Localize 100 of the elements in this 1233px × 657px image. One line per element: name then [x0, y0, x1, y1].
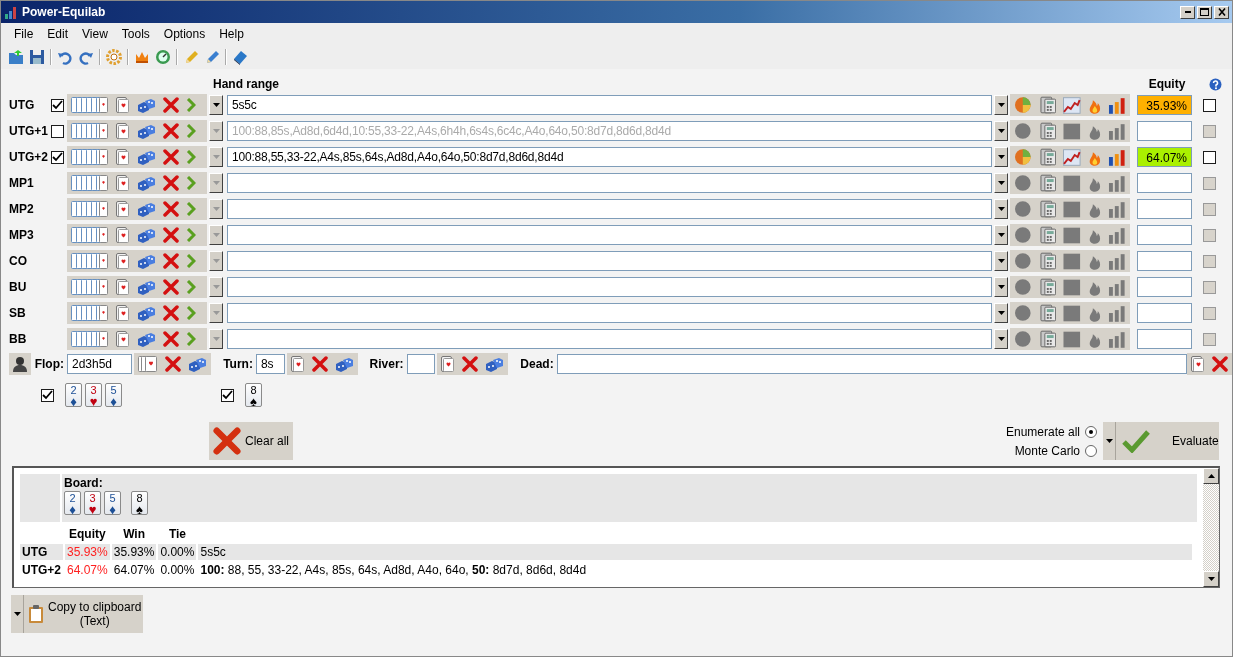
bar-chart-icon[interactable] [1108, 122, 1126, 140]
circle-icon[interactable] [1014, 252, 1032, 270]
radio-button[interactable] [1085, 426, 1097, 438]
range-field[interactable] [227, 199, 992, 219]
square-icon[interactable] [1063, 226, 1081, 244]
menu-item[interactable]: File [7, 27, 41, 41]
dropdown-button[interactable] [209, 95, 223, 115]
circle-icon[interactable] [1014, 122, 1032, 140]
clear-all-button[interactable]: Clear all [209, 422, 293, 460]
card-icon[interactable] [441, 355, 456, 373]
delete-icon[interactable] [163, 201, 179, 217]
bar-chart-icon[interactable] [1108, 200, 1126, 218]
dropdown-button[interactable] [994, 329, 1008, 349]
minimize-button[interactable] [1180, 5, 1195, 19]
dropdown-button[interactable] [994, 225, 1008, 245]
circle-icon[interactable] [1014, 278, 1032, 296]
calculator-icon[interactable] [1038, 122, 1057, 140]
checkbox[interactable] [221, 388, 234, 402]
chevron-right-icon[interactable] [186, 150, 196, 164]
chevron-right-icon[interactable] [186, 306, 196, 320]
calculator-icon[interactable] [1038, 252, 1057, 270]
scroll-down-button[interactable] [1203, 571, 1219, 587]
delete-icon[interactable] [163, 305, 179, 321]
square-icon[interactable] [1063, 304, 1081, 322]
board-field[interactable] [406, 354, 436, 374]
gear-icon[interactable] [106, 49, 122, 65]
card-stack-icon[interactable] [71, 148, 109, 166]
dropdown-button[interactable] [994, 95, 1008, 115]
range-field[interactable] [227, 251, 992, 271]
menu-item[interactable]: Tools [114, 27, 157, 41]
bar-chart-icon[interactable] [1108, 96, 1126, 114]
delete-icon[interactable] [163, 253, 179, 269]
range-field[interactable]: 100:88,55,33-22,A4s,85s,64s,Ad8d,A4o,64o,50:8d7d,8d6d,8d4d [227, 147, 992, 167]
card-icon[interactable] [1191, 355, 1205, 373]
card-stack-icon[interactable] [71, 174, 109, 192]
delete-icon[interactable] [163, 123, 179, 139]
dropdown-button[interactable] [209, 303, 223, 323]
chevron-right-icon[interactable] [186, 98, 196, 112]
card-icon[interactable] [116, 174, 130, 192]
chevron-right-icon[interactable] [186, 176, 196, 190]
card-icon[interactable] [116, 330, 130, 348]
dice-icon[interactable] [188, 355, 208, 373]
dice-icon[interactable] [137, 330, 156, 348]
delete-icon[interactable] [163, 175, 179, 191]
radio-button[interactable] [1085, 445, 1097, 457]
bar-chart-icon[interactable] [1108, 252, 1126, 270]
delete-icon[interactable] [163, 149, 179, 165]
calculator-icon[interactable] [1038, 304, 1057, 322]
redo-icon[interactable] [78, 49, 94, 65]
dropdown-button[interactable] [209, 121, 223, 141]
card-icon[interactable] [116, 226, 130, 244]
chevron-right-icon[interactable] [186, 254, 196, 268]
line-chart-icon[interactable] [1063, 148, 1081, 166]
close-button[interactable] [1214, 5, 1229, 19]
book-icon[interactable] [232, 49, 248, 65]
checkbox[interactable] [41, 388, 54, 402]
range-field[interactable] [227, 225, 992, 245]
maximize-button[interactable] [1197, 5, 1212, 19]
dice-icon[interactable] [334, 355, 354, 373]
dice-icon[interactable] [137, 252, 156, 270]
card-icon[interactable] [116, 252, 130, 270]
range-field[interactable] [227, 173, 992, 193]
square-icon[interactable] [1063, 330, 1081, 348]
range-field[interactable] [227, 277, 992, 297]
dice-icon[interactable] [137, 278, 156, 296]
range-field[interactable]: 5s5c [227, 95, 992, 115]
calculator-icon[interactable] [1038, 200, 1057, 218]
calculator-icon[interactable] [1038, 96, 1057, 114]
card-stack-icon[interactable] [71, 330, 109, 348]
dice-icon[interactable] [137, 148, 156, 166]
dropdown-button[interactable] [209, 329, 223, 349]
calculator-icon[interactable] [1038, 148, 1057, 166]
dropdown-button[interactable] [209, 199, 223, 219]
square-icon[interactable] [1063, 278, 1081, 296]
copy-button[interactable]: Copy to clipboard (Text) [11, 595, 143, 633]
circle-icon[interactable] [1014, 200, 1032, 218]
dice-icon[interactable] [137, 96, 156, 114]
clock-icon[interactable] [155, 49, 171, 65]
delete-icon[interactable] [163, 97, 179, 113]
menu-item[interactable]: View [75, 27, 115, 41]
pie-chart-icon[interactable] [1014, 96, 1032, 114]
dropdown-button[interactable] [994, 173, 1008, 193]
dice-icon[interactable] [485, 355, 505, 373]
board-field[interactable]: 2d3h5d [67, 354, 133, 374]
dice-icon[interactable] [137, 226, 156, 244]
calculator-icon[interactable] [1038, 330, 1057, 348]
delete-icon[interactable] [462, 356, 479, 372]
dropdown-button[interactable] [994, 303, 1008, 323]
menu-item[interactable]: Help [212, 27, 251, 41]
person-button[interactable] [9, 353, 31, 375]
menu-item[interactable]: Options [156, 27, 213, 41]
evaluate-button[interactable]: Evaluate [1103, 422, 1219, 460]
menu-item[interactable]: Edit [40, 27, 76, 41]
calculator-icon[interactable] [1038, 226, 1057, 244]
circle-icon[interactable] [1014, 174, 1032, 192]
card-stack-icon[interactable] [71, 200, 109, 218]
bar-chart-icon[interactable] [1108, 278, 1126, 296]
checkbox[interactable] [51, 124, 64, 138]
bar-chart-icon[interactable] [1108, 304, 1126, 322]
dropdown-button[interactable] [994, 121, 1008, 141]
